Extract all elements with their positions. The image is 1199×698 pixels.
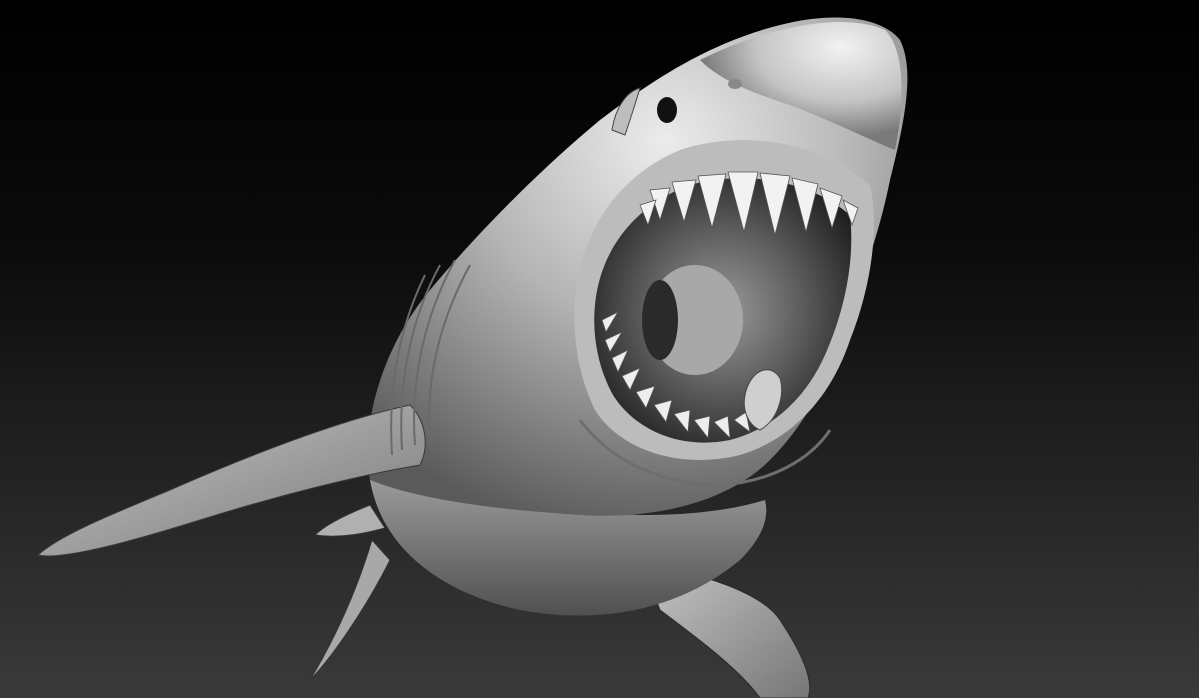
throat-shadow [642, 280, 678, 360]
nostril [728, 79, 742, 89]
eye-icon [657, 97, 677, 123]
sculpt-viewport [0, 0, 1199, 698]
shark-render [0, 0, 1199, 698]
